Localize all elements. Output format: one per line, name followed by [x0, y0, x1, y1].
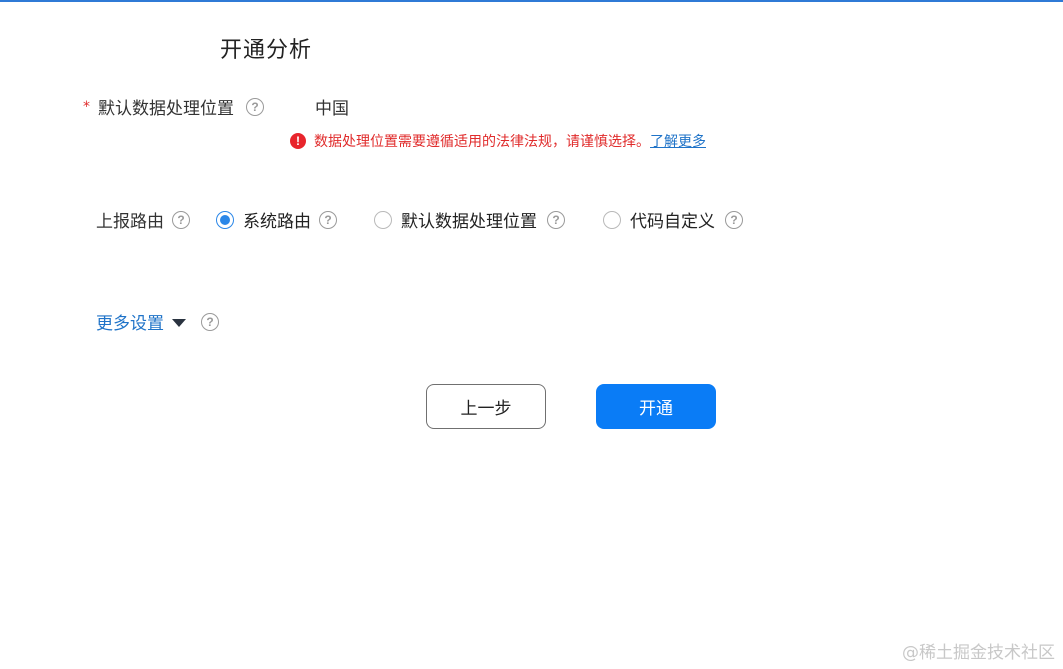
location-value: 中国	[315, 99, 349, 119]
help-icon[interactable]: ?	[201, 312, 219, 331]
warning-icon: !	[290, 133, 306, 149]
routing-label: 上报路由	[96, 212, 164, 232]
page-title: 开通分析	[220, 38, 313, 63]
radio-label[interactable]: 默认数据处理位置	[401, 207, 537, 232]
radio-button[interactable]	[374, 210, 392, 229]
open-button[interactable]: 开通	[596, 384, 716, 429]
watermark: @稀土掘金技术社区	[902, 643, 1055, 663]
required-mark: *	[83, 98, 90, 115]
help-icon[interactable]: ?	[246, 97, 264, 116]
radio-label[interactable]: 代码自定义	[630, 207, 715, 232]
location-label: 默认数据处理位置	[98, 99, 234, 119]
routing-row: 上报路由 ? 系统路由 ? 默认数据处理位置 ? 代码自定义 ?	[96, 207, 743, 232]
warning-text: 数据处理位置需要遵循适用的法律法规，请谨慎选择。	[314, 134, 650, 150]
radio-option-default-location[interactable]: 默认数据处理位置 ?	[374, 207, 565, 232]
radio-button-checked[interactable]	[216, 210, 234, 229]
radio-label[interactable]: 系统路由	[243, 207, 311, 232]
help-icon[interactable]: ?	[547, 210, 565, 229]
help-icon[interactable]: ?	[725, 210, 743, 229]
help-icon[interactable]: ?	[319, 210, 337, 229]
more-settings: 更多设置 ?	[96, 309, 219, 334]
radio-button[interactable]	[603, 210, 621, 229]
radio-option-code-custom[interactable]: 代码自定义 ?	[603, 207, 743, 232]
radio-option-system-route[interactable]: 系统路由 ?	[216, 207, 337, 232]
prev-step-button[interactable]: 上一步	[426, 384, 546, 429]
top-accent-bar	[0, 0, 1063, 2]
more-settings-link[interactable]: 更多设置	[96, 309, 164, 334]
location-row: * 默认数据处理位置 ? 中国	[83, 94, 349, 119]
location-warning: ! 数据处理位置需要遵循适用的法律法规，请谨慎选择。 了解更多	[290, 131, 706, 151]
caret-down-icon[interactable]	[172, 318, 186, 327]
help-icon[interactable]: ?	[172, 210, 190, 229]
learn-more-link[interactable]: 了解更多	[650, 131, 706, 151]
